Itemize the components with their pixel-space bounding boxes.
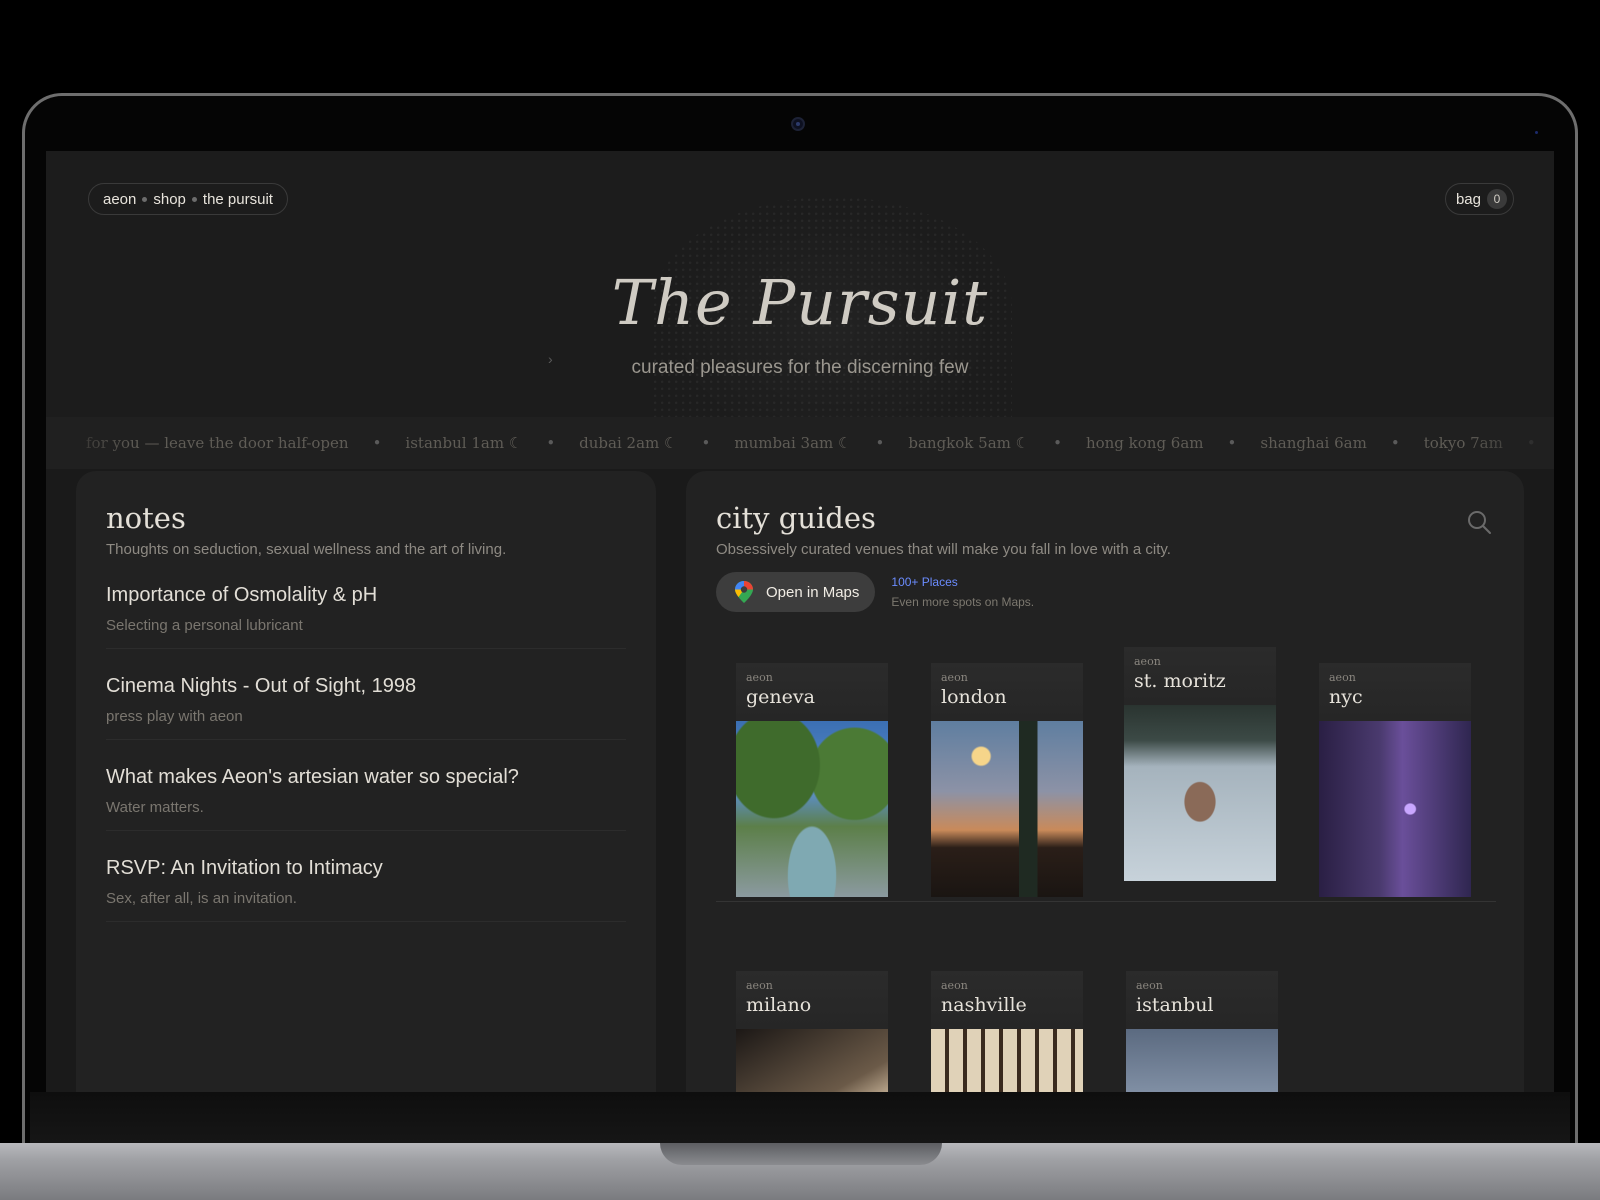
card-header: aeon geneva	[736, 663, 888, 721]
breadcrumb-separator	[142, 196, 148, 202]
card-header: aeon london	[931, 663, 1083, 721]
city-card-nashville[interactable]: aeon nashville	[931, 971, 1083, 1092]
card-image	[1126, 1029, 1278, 1092]
open-in-maps-button[interactable]: Open in Maps	[716, 572, 876, 612]
ticker-separator: •	[372, 434, 382, 452]
laptop-notch	[660, 1143, 942, 1165]
breadcrumb-separator	[191, 196, 197, 202]
ticker-item: tokyo 7am	[1423, 434, 1503, 452]
card-city-name: st. moritz	[1134, 670, 1226, 692]
card-header: aeon nashville	[931, 971, 1083, 1029]
ticker-item: for you — leave the door half-open	[86, 434, 349, 452]
city-card-milano[interactable]: aeon milano	[736, 971, 888, 1092]
card-brand: aeon	[1134, 655, 1161, 668]
note-subtitle: Selecting a personal lubricant	[106, 617, 303, 634]
world-time-ticker: for you — leave the door half-open • ista…	[46, 417, 1554, 469]
bag-label: bag	[1455, 190, 1481, 208]
note-title[interactable]: Importance of Osmolality & pH	[106, 584, 626, 607]
ticker-separator: •	[546, 434, 556, 452]
city-card-istanbul[interactable]: aeon istanbul	[1126, 971, 1278, 1092]
card-city-name: milano	[746, 994, 812, 1016]
card-city-name: istanbul	[1136, 994, 1214, 1016]
city-guides-title: city guides	[716, 501, 876, 535]
note-item[interactable]: What makes Aeon's artesian water so spec…	[106, 740, 626, 831]
note-title[interactable]: What makes Aeon's artesian water so spec…	[106, 766, 626, 789]
card-image	[1124, 705, 1276, 881]
note-item[interactable]: RSVP: An Invitation to Intimacy Sex, aft…	[106, 831, 626, 922]
maps-row: Open in Maps 100+ Places Even more spots…	[716, 572, 1496, 612]
city-cards-row: aeon milano aeon nashville aeon istanbul	[716, 971, 1496, 1092]
city-card-nyc[interactable]: aeon nyc	[1319, 663, 1471, 897]
card-city-name: nyc	[1329, 686, 1363, 708]
laptop-chin	[30, 1092, 1570, 1144]
city-cards-row: aeon geneva aeon london aeon st. moritz	[716, 647, 1496, 902]
card-city-name: nashville	[941, 994, 1027, 1016]
city-card-st-moritz[interactable]: aeon st. moritz	[1124, 647, 1276, 881]
google-maps-pin-icon	[735, 581, 753, 603]
card-brand: aeon	[746, 979, 773, 992]
notes-panel: notes Thoughts on seduction, sexual well…	[76, 471, 656, 1092]
page-subtitle: curated pleasures for the discerning few	[631, 357, 969, 378]
card-brand: aeon	[746, 671, 773, 684]
ticker-item: bangkok 5am ☾	[908, 434, 1030, 452]
breadcrumb-item-aeon[interactable]: aeon	[103, 191, 136, 208]
ticker-item: istanbul 1am ☾	[405, 434, 523, 452]
ticker-separator: •	[1526, 434, 1536, 452]
ticker-separator: •	[701, 434, 711, 452]
card-brand: aeon	[1136, 979, 1163, 992]
places-info: 100+ Places Even more spots on Maps.	[891, 575, 1034, 609]
card-header: aeon nyc	[1319, 663, 1471, 721]
note-title[interactable]: RSVP: An Invitation to Intimacy	[106, 857, 626, 880]
card-header: aeon st. moritz	[1124, 647, 1276, 705]
city-guides-description: Obsessively curated venues that will mak…	[716, 541, 1171, 558]
city-card-geneva[interactable]: aeon geneva	[736, 663, 888, 897]
breadcrumb-item-shop[interactable]: shop	[153, 191, 186, 208]
ticker-item: mumbai 3am ☾	[734, 434, 852, 452]
ticker-separator: •	[875, 434, 885, 452]
card-image	[1319, 721, 1471, 897]
sensor-dot	[1535, 131, 1538, 134]
card-brand: aeon	[941, 979, 968, 992]
card-image	[931, 1029, 1083, 1092]
note-item[interactable]: Cinema Nights - Out of Sight, 1998 press…	[106, 649, 626, 740]
webcam-icon	[791, 117, 805, 131]
ticker-item: hong kong 6am	[1085, 434, 1204, 452]
bag-button[interactable]: bag 0	[1444, 183, 1514, 215]
card-header: aeon istanbul	[1126, 971, 1278, 1029]
hero: aeon shop the pursuit bag 0 › The Pursui…	[46, 151, 1554, 419]
screen: aeon shop the pursuit bag 0 › The Pursui…	[46, 151, 1554, 1092]
note-subtitle: Sex, after all, is an invitation.	[106, 890, 297, 907]
open-in-maps-label: Open in Maps	[766, 583, 860, 601]
card-city-name: london	[941, 686, 1007, 708]
card-image	[736, 721, 888, 897]
bag-count-badge: 0	[1487, 189, 1507, 209]
note-item[interactable]: Importance of Osmolality & pH Selecting …	[106, 558, 626, 649]
ticker-separator: •	[1227, 434, 1237, 452]
notes-description: Thoughts on seduction, sexual wellness a…	[106, 541, 507, 558]
places-note: Even more spots on Maps.	[891, 595, 1035, 609]
ticker-item: shanghai 6am	[1260, 434, 1367, 452]
notes-title: notes	[106, 501, 186, 535]
places-count-link[interactable]: 100+ Places	[891, 575, 1034, 589]
breadcrumb: aeon shop the pursuit	[88, 183, 288, 215]
ticker-separator: •	[1390, 434, 1400, 452]
card-image	[931, 721, 1083, 897]
page-title: The Pursuit	[611, 266, 989, 339]
breadcrumb-item-the-pursuit[interactable]: the pursuit	[203, 191, 273, 208]
card-header: aeon milano	[736, 971, 888, 1029]
note-subtitle: press play with aeon	[106, 708, 243, 725]
note-title[interactable]: Cinema Nights - Out of Sight, 1998	[106, 675, 626, 698]
city-card-london[interactable]: aeon london	[931, 663, 1083, 897]
card-brand: aeon	[941, 671, 968, 684]
note-subtitle: Water matters.	[106, 799, 204, 816]
search-icon[interactable]	[1466, 509, 1492, 535]
ticker-item: dubai 2am ☾	[579, 434, 678, 452]
card-image	[736, 1029, 888, 1092]
card-brand: aeon	[1329, 671, 1356, 684]
card-city-name: geneva	[746, 686, 815, 708]
city-guides-panel: city guides Obsessively curated venues t…	[686, 471, 1524, 1092]
ticker-separator: •	[1053, 434, 1062, 452]
